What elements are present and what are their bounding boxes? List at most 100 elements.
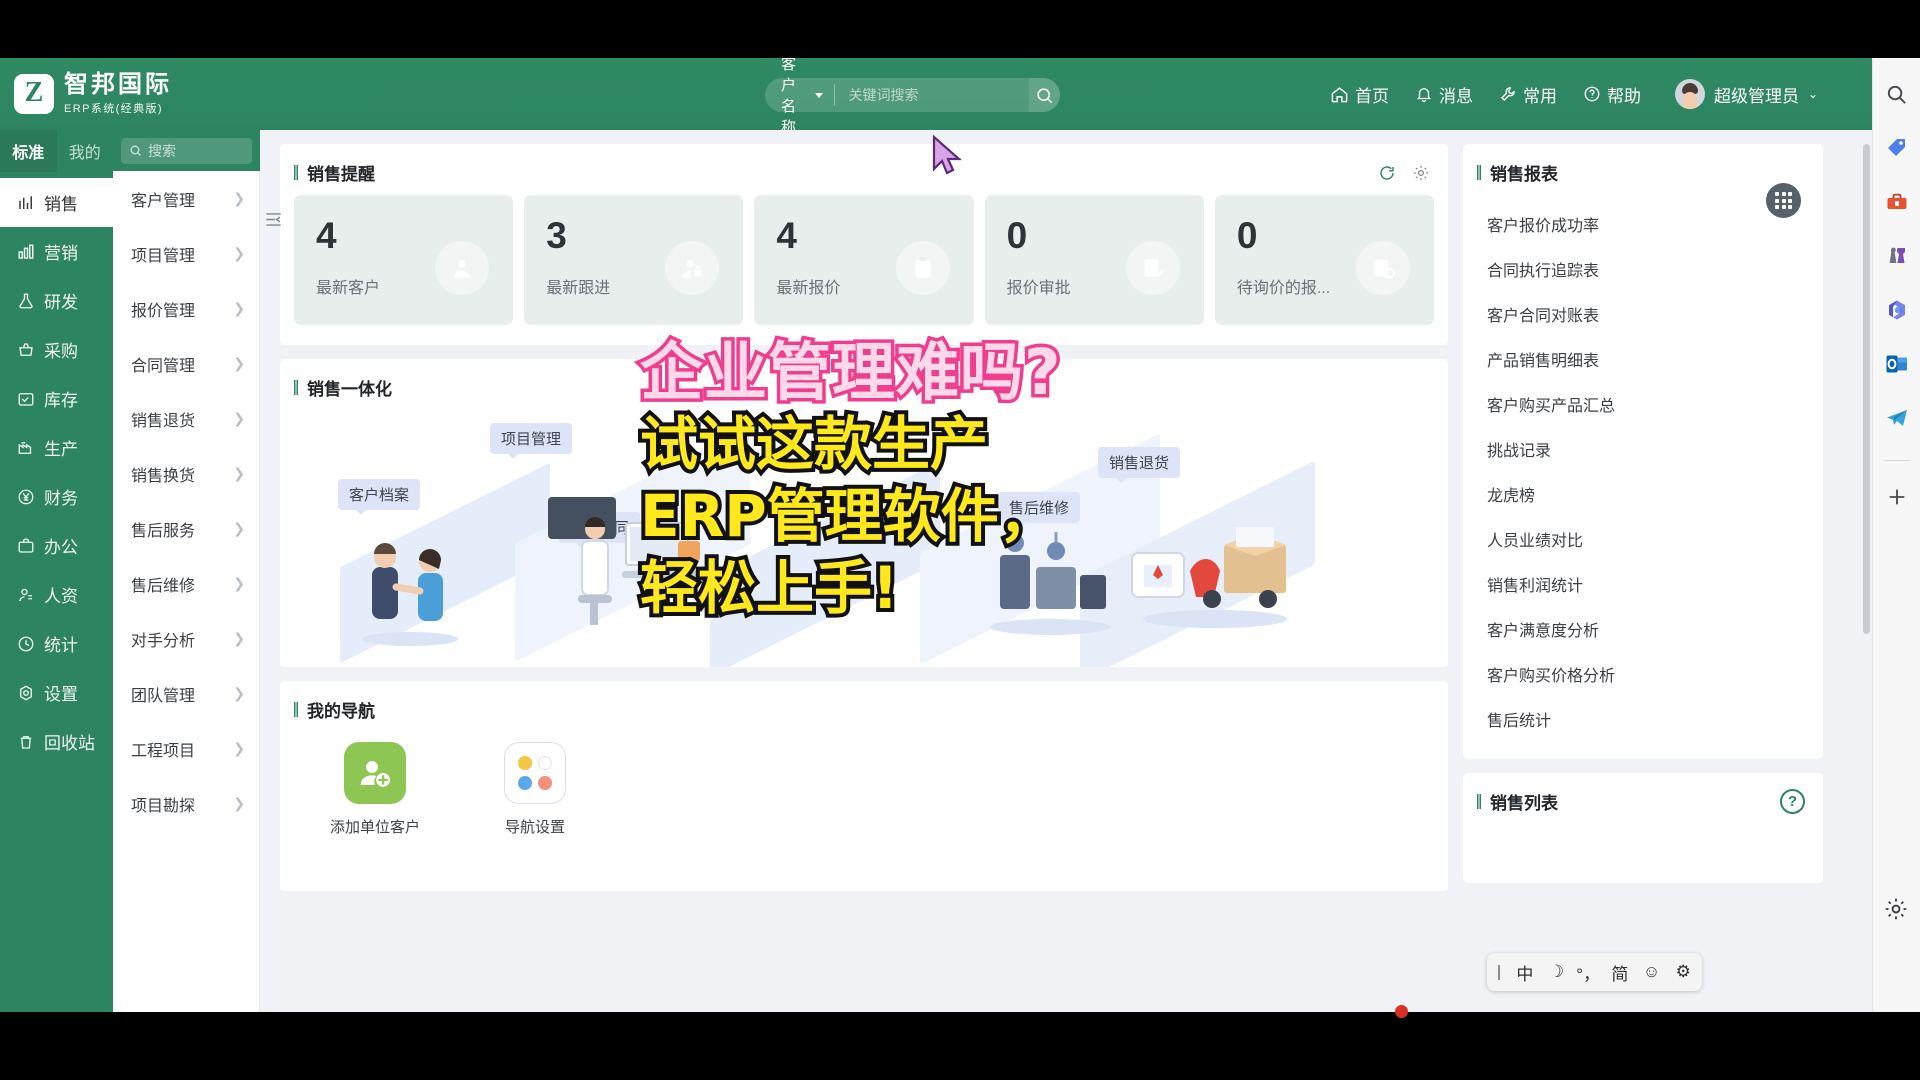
search-button[interactable] xyxy=(1029,78,1060,112)
stat-card-new-followup[interactable]: 3 最新跟进 xyxy=(524,195,744,325)
report-item-leaderboard[interactable]: 龙虎榜 xyxy=(1463,471,1823,516)
submenu-item-aftersales-service[interactable]: 售后服务 ❯ xyxy=(113,501,259,556)
sidebar-item-recycle[interactable]: 回收站 xyxy=(0,717,113,766)
gear-icon[interactable] xyxy=(1883,896,1911,924)
telegram-icon[interactable] xyxy=(1883,404,1911,432)
sidebar-item-inventory[interactable]: 库存 xyxy=(0,374,113,423)
sidebar-item-statistics[interactable]: 统计 xyxy=(0,619,113,668)
user-menu[interactable]: 超级管理员 ⌄ xyxy=(1675,58,1818,130)
sidebar-tab-standard[interactable]: 标准 xyxy=(0,130,57,172)
nav-item-messages[interactable]: 消息 xyxy=(1415,82,1473,107)
grid-apps-button[interactable] xyxy=(1766,183,1801,218)
help-badge[interactable]: ? xyxy=(1780,789,1805,814)
submenu-item-quote[interactable]: 报价管理 ❯ xyxy=(113,281,259,336)
user-icon xyxy=(16,585,35,604)
illustration-label-sales-return: 销售退货 xyxy=(1098,447,1181,483)
factory-icon xyxy=(16,438,35,457)
submenu-item-return[interactable]: 销售退货 ❯ xyxy=(113,391,259,446)
sidebar-tab-mine[interactable]: 我的 xyxy=(57,130,114,172)
report-item-customer-satisfaction[interactable]: 客户满意度分析 xyxy=(1463,606,1823,651)
search-category-dropdown[interactable]: 客户名称 xyxy=(765,58,836,136)
gear-icon[interactable] xyxy=(1412,164,1430,182)
illustration-workstation xyxy=(548,497,700,625)
refresh-icon[interactable] xyxy=(1378,164,1396,182)
sidebar-label-purchase: 采购 xyxy=(44,342,78,361)
sidebar-search-input[interactable]: 搜索 xyxy=(121,137,252,164)
chess-icon[interactable] xyxy=(1883,242,1911,270)
submenu-item-aftersales-repair[interactable]: 售后维修 ❯ xyxy=(113,556,259,611)
nav-item-frequent[interactable]: 常用 xyxy=(1499,82,1557,107)
stat-card-new-customer[interactable]: 4 最新客户 xyxy=(294,195,514,325)
stat-card-new-quote[interactable]: 4 最新报价 xyxy=(754,195,974,325)
sidebar-collapse-toggle[interactable] xyxy=(264,210,283,229)
outlook-icon[interactable] xyxy=(1883,350,1911,378)
submenu-item-competitor[interactable]: 对手分析 ❯ xyxy=(113,611,259,666)
submenu-item-contract[interactable]: 合同管理 ❯ xyxy=(113,336,259,391)
report-item-contract-reconciliation[interactable]: 客户合同对账表 xyxy=(1463,291,1823,336)
stat-card-quote-approval[interactable]: 0 报价审批 xyxy=(984,195,1204,325)
ime-chinese-mode[interactable]: 中 xyxy=(1509,960,1541,985)
sidebar-item-sales[interactable]: 销售 xyxy=(0,178,113,227)
scrollbar-thumb[interactable] xyxy=(1863,144,1870,634)
tag-icon[interactable] xyxy=(1883,134,1911,162)
sidebar-item-settings[interactable]: 设置 xyxy=(0,668,113,717)
emoji-icon[interactable]: ☺ xyxy=(1636,962,1668,982)
sidebar-item-production[interactable]: 生产 xyxy=(0,423,113,472)
ime-cursor-icon xyxy=(1498,964,1500,980)
search-input[interactable] xyxy=(835,87,1030,103)
grid-apps-icon xyxy=(1775,192,1792,209)
flask-icon xyxy=(16,291,35,310)
report-item-customer-purchase-summary[interactable]: 客户购买产品汇总 xyxy=(1463,381,1823,426)
nav-tile-navigation-settings[interactable]: 导航设置 xyxy=(486,742,584,837)
nav-label-frequent: 常用 xyxy=(1523,86,1557,106)
report-item-challenge-record[interactable]: 挑战记录 xyxy=(1463,426,1823,471)
sidebar-item-marketing[interactable]: 营销 xyxy=(0,227,113,276)
simplified-icon[interactable]: 简 xyxy=(1604,960,1636,985)
briefcase-icon xyxy=(16,536,35,555)
report-item-staff-performance[interactable]: 人员业绩对比 xyxy=(1463,516,1823,561)
report-item-contract-tracking[interactable]: 合同执行追踪表 xyxy=(1463,246,1823,291)
toolbox-icon[interactable] xyxy=(1883,188,1911,216)
nav-item-home[interactable]: 首页 xyxy=(1330,82,1389,107)
illustration-label-project: 项目管理 xyxy=(490,423,573,459)
submenu-item-project[interactable]: 项目管理 ❯ xyxy=(113,226,259,281)
report-item-sales-profit[interactable]: 销售利润统计 xyxy=(1463,561,1823,606)
logo-mark-icon: Z xyxy=(14,74,54,114)
my-navigation-header: 我的导航 xyxy=(280,681,1448,732)
content-scrollbar[interactable] xyxy=(1863,144,1870,744)
nav-item-help[interactable]: 帮助 xyxy=(1583,82,1641,107)
clipboard-pending-glyph xyxy=(1374,259,1395,279)
sidebar-item-purchase[interactable]: 采购 xyxy=(0,325,113,374)
search-icon xyxy=(1037,87,1053,103)
submenu-item-team[interactable]: 团队管理 ❯ xyxy=(113,666,259,721)
submenu-item-customer[interactable]: 客户管理 ❯ xyxy=(113,171,259,226)
nav-tile-add-customer[interactable]: 添加单位客户 xyxy=(326,742,424,837)
quote-approve-icon xyxy=(1125,241,1180,295)
report-item-aftersales-stats[interactable]: 售后统计 xyxy=(1463,696,1823,741)
submenu-item-engineering[interactable]: 工程项目 ❯ xyxy=(113,721,259,776)
sidebar-item-hr[interactable]: 人资 xyxy=(0,570,113,619)
submenu-item-exploration[interactable]: 项目勘探 ❯ xyxy=(113,776,259,831)
sales-reports-title-text: 销售报表 xyxy=(1490,165,1558,184)
sales-reminder-cards: 4 最新客户 3 最新跟进 4 最新报价 0 报价审批 0 待询价的报... xyxy=(280,195,1448,345)
moon-icon[interactable]: ☽ xyxy=(1541,962,1573,982)
chevron-right-icon: ❯ xyxy=(233,190,245,206)
punctuation-icon[interactable]: °， xyxy=(1572,960,1604,985)
rail-divider xyxy=(1883,460,1910,461)
search-icon[interactable] xyxy=(1883,80,1911,108)
report-item-purchase-price-analysis[interactable]: 客户购买价格分析 xyxy=(1463,651,1823,696)
sidebar-item-rnd[interactable]: 研发 xyxy=(0,276,113,325)
submenu-item-exchange[interactable]: 销售换货 ❯ xyxy=(113,446,259,501)
yuan-circle-icon xyxy=(16,487,35,506)
plus-icon[interactable] xyxy=(1883,483,1911,511)
gear-icon[interactable]: ⚙ xyxy=(1667,962,1699,982)
microsoft365-icon[interactable] xyxy=(1883,296,1911,324)
sidebar-rail: 标准 我的 销售 营销 研发 采购 库存 生产 财务 办公 人资 统计 设置 回… xyxy=(0,130,113,1012)
sidebar-item-office[interactable]: 办公 xyxy=(0,521,113,570)
user-lock-glyph xyxy=(682,259,703,278)
sidebar-item-finance[interactable]: 财务 xyxy=(0,472,113,521)
app-logo[interactable]: Z 智邦国际 ERP系统(经典版) xyxy=(0,72,260,116)
report-item-product-sales-detail[interactable]: 产品销售明细表 xyxy=(1463,336,1823,381)
add-user-glyph xyxy=(360,761,390,787)
stat-card-pending-inquiry[interactable]: 0 待询价的报... xyxy=(1214,195,1435,325)
